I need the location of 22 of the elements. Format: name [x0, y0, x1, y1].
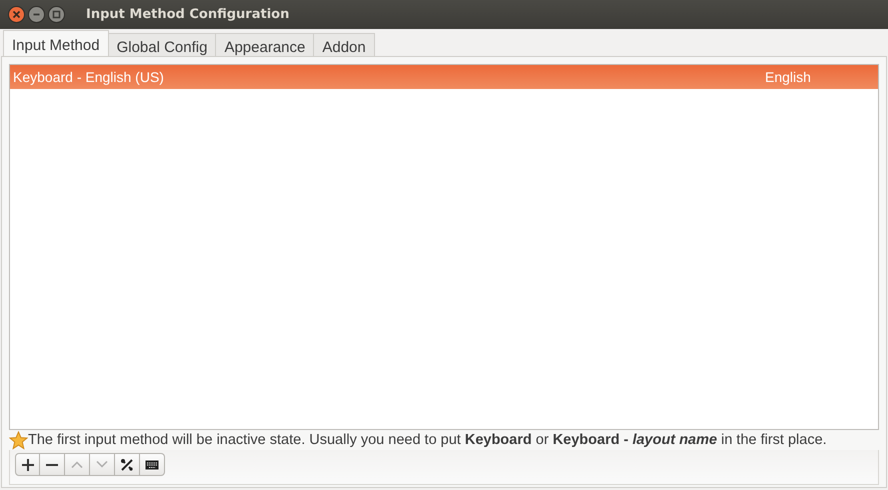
- maximize-button[interactable]: [48, 6, 65, 23]
- chevron-down-icon: [96, 461, 108, 468]
- close-button[interactable]: [8, 6, 25, 23]
- chevron-up-icon: [71, 461, 83, 468]
- input-method-name: Keyboard - English (US): [13, 69, 165, 85]
- remove-button[interactable]: [40, 453, 65, 476]
- tab[interactable]: Addon: [314, 33, 375, 56]
- input-method-language: English: [765, 69, 812, 85]
- star-icon: [9, 430, 28, 450]
- keyboard-icon: [145, 460, 159, 470]
- minus-icon: [46, 464, 58, 466]
- configure-button[interactable]: [115, 453, 140, 476]
- tools-icon: [120, 458, 134, 472]
- add-button[interactable]: [15, 453, 40, 476]
- add-icon: [22, 458, 34, 470]
- tab[interactable]: Global Config: [108, 33, 216, 56]
- hint-text: The first input method will be inactive state. Usually you need to put Keyboard or Keyboard - layout name in the first place.: [28, 432, 827, 448]
- tab[interactable]: Appearance: [216, 33, 314, 56]
- window-title: Input Method Configuration: [86, 7, 290, 22]
- minimize-button[interactable]: [28, 6, 45, 23]
- tab[interactable]: Input Method: [3, 30, 109, 56]
- keyboard-button[interactable]: [140, 453, 165, 476]
